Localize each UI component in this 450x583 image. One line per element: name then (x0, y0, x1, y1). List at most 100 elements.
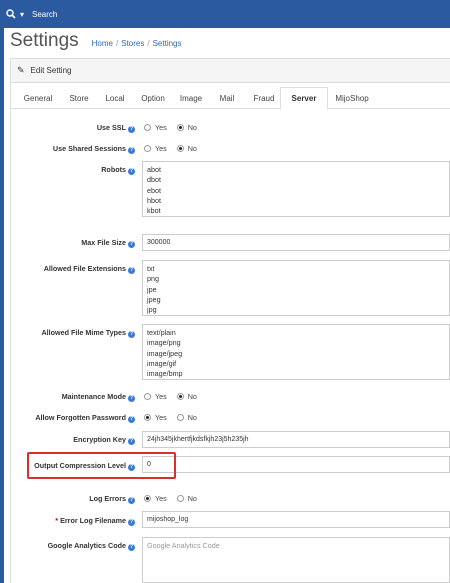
breadcrumb-separator: / (147, 39, 150, 48)
radio-no-label: No (187, 392, 197, 401)
log-errors-radio-group: Yes No (144, 494, 207, 503)
top-navbar: ▾ Search (0, 0, 450, 28)
radio-button[interactable] (176, 414, 184, 421)
help-icon[interactable]: ? (128, 241, 135, 248)
use-shared-sessions-label: Use Shared Sessions? (53, 144, 135, 154)
use-ssl-label: Use SSL? (97, 123, 135, 133)
allowed-mime-types-textarea[interactable]: text/plain image/png image/jpeg image/gi… (142, 324, 450, 380)
maintenance-mode-radio-group: Yes No (144, 392, 207, 401)
use-shared-sessions-yes[interactable]: Yes (144, 144, 167, 153)
max-file-size-label: Max File Size? (81, 238, 135, 248)
allow-forgotten-password-yes[interactable]: Yes (144, 413, 167, 422)
breadcrumb-separator: / (116, 39, 119, 48)
textarea-line: abot (147, 165, 161, 174)
tab-local[interactable]: Local (100, 87, 130, 109)
allowed-file-extensions-label-text: Allowed File Extensions (43, 264, 126, 273)
google-analytics-code-textarea[interactable]: Google Analytics Code (142, 537, 450, 583)
log-errors-no[interactable]: No (176, 494, 197, 503)
radio-button[interactable] (176, 495, 184, 502)
maintenance-mode-label-text: Maintenance Mode (61, 392, 126, 401)
radio-button-selected[interactable] (144, 495, 151, 502)
use-ssl-radio-group: Yes No (144, 123, 207, 132)
allow-forgotten-password-no[interactable]: No (176, 413, 197, 422)
radio-button-selected[interactable] (176, 393, 184, 400)
tab-fraud[interactable]: Fraud (248, 87, 280, 109)
use-shared-sessions-label-text: Use Shared Sessions (52, 144, 126, 153)
robots-textarea[interactable]: abot dbot ebot hbot kbot (142, 161, 450, 217)
search-dropdown-toggle[interactable]: ▾ (6, 9, 24, 19)
help-icon[interactable]: ? (128, 497, 135, 504)
use-ssl-yes[interactable]: Yes (144, 123, 167, 132)
tab-general[interactable]: General (20, 87, 56, 109)
textarea-line: image/jpeg (147, 348, 183, 358)
textarea-line: dbot (147, 175, 161, 185)
textarea-line: txt (147, 264, 155, 273)
help-icon[interactable]: ? (128, 438, 135, 445)
page-title: Settings (10, 30, 79, 51)
radio-yes-label: Yes (155, 392, 167, 401)
breadcrumb: Home / Stores / Settings (92, 39, 182, 48)
radio-yes-label: Yes (155, 144, 167, 153)
settings-tabs: General Store Local Option Image Mail Fr… (10, 87, 450, 110)
radio-yes-label: Yes (155, 494, 167, 503)
breadcrumb-settings[interactable]: Settings (153, 39, 182, 48)
radio-yes-label: Yes (155, 123, 167, 132)
allow-forgotten-password-radio-group: Yes No (144, 413, 207, 422)
textarea-line: jpe (147, 284, 157, 294)
textarea-line: png (147, 274, 159, 284)
robots-label-text: Robots (101, 165, 126, 174)
search-label[interactable]: Search (32, 10, 57, 19)
left-sidebar-strip (0, 0, 4, 583)
maintenance-mode-yes[interactable]: Yes (144, 392, 167, 401)
log-errors-yes[interactable]: Yes (144, 494, 167, 503)
tab-image[interactable]: Image (176, 87, 206, 109)
help-icon[interactable]: ? (128, 395, 135, 402)
use-shared-sessions-no[interactable]: No (176, 144, 197, 153)
google-analytics-code-label-text: Google Analytics Code (47, 541, 126, 550)
help-icon[interactable]: ? (128, 267, 135, 274)
allow-forgotten-password-label: Allow Forgotten Password? (35, 413, 135, 423)
radio-button[interactable] (144, 393, 151, 400)
help-icon[interactable]: ? (128, 126, 135, 133)
tab-option[interactable]: Option (136, 87, 170, 109)
allowed-file-extensions-textarea[interactable]: txt png jpe jpeg jpg (142, 260, 450, 316)
maintenance-mode-no[interactable]: No (176, 392, 197, 401)
help-icon[interactable]: ? (128, 331, 135, 338)
tab-server[interactable]: Server (280, 87, 328, 110)
help-icon[interactable]: ? (128, 519, 135, 526)
radio-button[interactable] (144, 145, 151, 152)
radio-no-label: No (187, 144, 197, 153)
tab-store[interactable]: Store (64, 87, 94, 109)
radio-button-selected[interactable] (176, 124, 184, 131)
log-errors-label-text: Log Errors (89, 494, 126, 503)
radio-button[interactable] (144, 124, 151, 131)
max-file-size-input[interactable]: 300000 (142, 234, 450, 251)
encryption-key-input[interactable]: 24jh345jkhertfjkdsfkjh23j5h235jh (142, 431, 450, 448)
search-icon (6, 9, 16, 19)
breadcrumb-home[interactable]: Home (92, 39, 113, 48)
radio-button-selected[interactable] (176, 145, 184, 152)
error-log-filename-input[interactable]: mijoshop_log (142, 511, 450, 528)
allowed-file-extensions-label: Allowed File Extensions? (44, 264, 135, 274)
textarea-line: jpeg (147, 294, 161, 304)
pencil-icon: ✎ (17, 65, 25, 75)
output-compression-level-input[interactable]: 0 (142, 456, 450, 473)
radio-yes-label: Yes (155, 413, 167, 422)
radio-no-label: No (187, 123, 197, 132)
breadcrumb-stores[interactable]: Stores (121, 39, 144, 48)
allow-forgotten-password-label-text: Allow Forgotten Password (35, 413, 126, 422)
tab-mijoshop[interactable]: MijoShop (332, 87, 372, 109)
log-errors-label: Log Errors? (89, 494, 135, 504)
help-icon[interactable]: ? (128, 168, 135, 175)
help-icon[interactable]: ? (128, 544, 135, 551)
tab-mail[interactable]: Mail (212, 87, 242, 109)
caret-down-icon: ▾ (20, 9, 25, 19)
use-ssl-no[interactable]: No (176, 123, 197, 132)
radio-no-label: No (187, 494, 197, 503)
help-icon[interactable]: ? (128, 416, 135, 423)
textarea-line: ebot (147, 185, 161, 195)
highlight-annotation-box (27, 452, 176, 479)
radio-button-selected[interactable] (144, 414, 151, 421)
help-icon[interactable]: ? (128, 147, 135, 154)
robots-label: Robots? (101, 165, 135, 175)
